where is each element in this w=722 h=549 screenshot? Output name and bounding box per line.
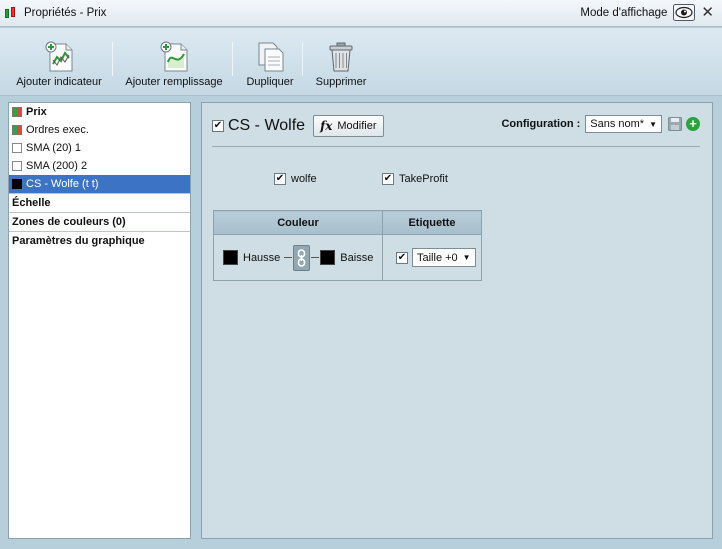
- link-line: [284, 257, 293, 259]
- configuration-value: Sans nom*: [590, 118, 645, 130]
- indicator-header: ✔ CS - Wolfe fx Modifier: [212, 115, 384, 137]
- up-color-swatch[interactable]: [223, 250, 238, 266]
- wolfe-label: wolfe: [291, 173, 317, 185]
- down-label: Baisse: [340, 251, 374, 264]
- tree-item-sma-200[interactable]: SMA (200) 2: [9, 157, 190, 175]
- wolfe-checkbox[interactable]: ✔: [274, 173, 286, 185]
- indicator-settings-panel: ✔ CS - Wolfe fx Modifier Configuration :…: [201, 102, 713, 539]
- add-indicator-label: Ajouter indicateur: [16, 76, 102, 88]
- link-line: [311, 257, 320, 259]
- takeprofit-checkbox[interactable]: ✔: [382, 173, 394, 185]
- duplicate-button[interactable]: Dupliquer: [244, 40, 296, 88]
- color-cell: Hausse Baisse: [213, 234, 383, 281]
- configuration-label: Configuration :: [501, 118, 581, 130]
- delete-button[interactable]: Supprimer: [312, 40, 370, 88]
- title-bar: Propriétés - Prix Mode d'affichage ✕: [0, 0, 722, 27]
- add-indicator-button[interactable]: Ajouter indicateur: [14, 40, 104, 88]
- properties-tree: Prix Ordres exec. SMA (20) 1 SMA (200) 2…: [8, 102, 191, 539]
- eye-icon[interactable]: [673, 4, 696, 21]
- divider: [212, 146, 700, 147]
- sma200-swatch-icon: [12, 161, 22, 171]
- add-fill-button[interactable]: Ajouter remplissage: [124, 40, 224, 88]
- toolbar-separator: [112, 42, 113, 76]
- label-column-header: Etiquette: [382, 209, 482, 236]
- trash-icon: [329, 42, 353, 72]
- color-settings-table: Couleur Etiquette Hausse Baisse ✔ Taille…: [213, 209, 482, 281]
- chevron-down-icon: ▼: [462, 253, 471, 263]
- down-color-swatch[interactable]: [320, 250, 336, 266]
- tree-item-label: Prix: [26, 106, 47, 118]
- link-colors-button[interactable]: [293, 244, 311, 271]
- tree-section-color-zones[interactable]: Zones de couleurs (0): [9, 212, 190, 231]
- tree-item-cs-wolfe[interactable]: CS - Wolfe (t t): [9, 175, 190, 193]
- add-configuration-icon[interactable]: +: [686, 117, 700, 131]
- add-fill-icon: [160, 41, 188, 72]
- tree-item-label: SMA (200) 2: [26, 160, 88, 172]
- duplicate-label: Dupliquer: [246, 76, 294, 88]
- display-mode-label: Mode d'affichage: [580, 6, 668, 19]
- configuration-area: Configuration : Sans nom* ▼ +: [501, 115, 700, 133]
- label-cell: ✔ Taille +0 ▼: [382, 234, 482, 281]
- sma20-swatch-icon: [12, 143, 22, 153]
- indicator-enabled-checkbox[interactable]: ✔: [212, 120, 224, 132]
- label-checkbox[interactable]: ✔: [396, 251, 408, 264]
- takeprofit-label: TakeProfit: [399, 173, 448, 185]
- delete-label: Supprimer: [315, 76, 367, 88]
- tree-item-label: SMA (20) 1: [26, 142, 82, 154]
- toolbar: Ajouter indicateur Ajouter remplissage D…: [0, 28, 722, 96]
- add-indicator-icon: [45, 41, 73, 72]
- window-title: Propriétés - Prix: [24, 7, 107, 19]
- up-label: Hausse: [243, 251, 281, 264]
- tree-section-scale[interactable]: Échelle: [9, 193, 190, 212]
- toolbar-separator: [232, 42, 233, 76]
- close-icon[interactable]: ✕: [701, 5, 714, 20]
- modify-button-label: Modifier: [337, 120, 377, 132]
- add-fill-label: Ajouter remplissage: [125, 76, 223, 88]
- tree-item-sma-20[interactable]: SMA (20) 1: [9, 139, 190, 157]
- color-column-header: Couleur: [213, 209, 383, 236]
- candlestick-app-icon: [4, 6, 18, 20]
- label-size-value: Taille +0: [417, 251, 458, 264]
- wolfe-swatch-icon: [12, 179, 22, 189]
- save-icon[interactable]: [668, 117, 682, 131]
- wolfe-option[interactable]: ✔ wolfe: [274, 173, 317, 185]
- tree-item-label: Ordres exec.: [26, 124, 89, 136]
- orders-swatch-icon: [12, 125, 22, 135]
- tree-section-chart-settings[interactable]: Paramètres du graphique: [9, 231, 190, 250]
- chain-link-icon: [297, 248, 306, 267]
- fx-icon: fx: [320, 119, 333, 133]
- label-size-select[interactable]: Taille +0 ▼: [412, 248, 476, 268]
- chevron-down-icon: ▼: [649, 119, 657, 129]
- tree-item-price[interactable]: Prix: [9, 103, 190, 121]
- duplicate-icon: [258, 42, 284, 72]
- modify-button[interactable]: fx Modifier: [313, 115, 384, 137]
- price-swatch-icon: [12, 107, 22, 117]
- toolbar-separator: [302, 42, 303, 76]
- display-mode-area: Mode d'affichage ✕: [580, 4, 714, 21]
- tree-item-executed-orders[interactable]: Ordres exec.: [9, 121, 190, 139]
- configuration-select[interactable]: Sans nom* ▼: [585, 115, 662, 133]
- takeprofit-option[interactable]: ✔ TakeProfit: [382, 173, 448, 185]
- indicator-name: CS - Wolfe: [228, 117, 306, 134]
- tree-item-label: CS - Wolfe (t t): [26, 178, 99, 190]
